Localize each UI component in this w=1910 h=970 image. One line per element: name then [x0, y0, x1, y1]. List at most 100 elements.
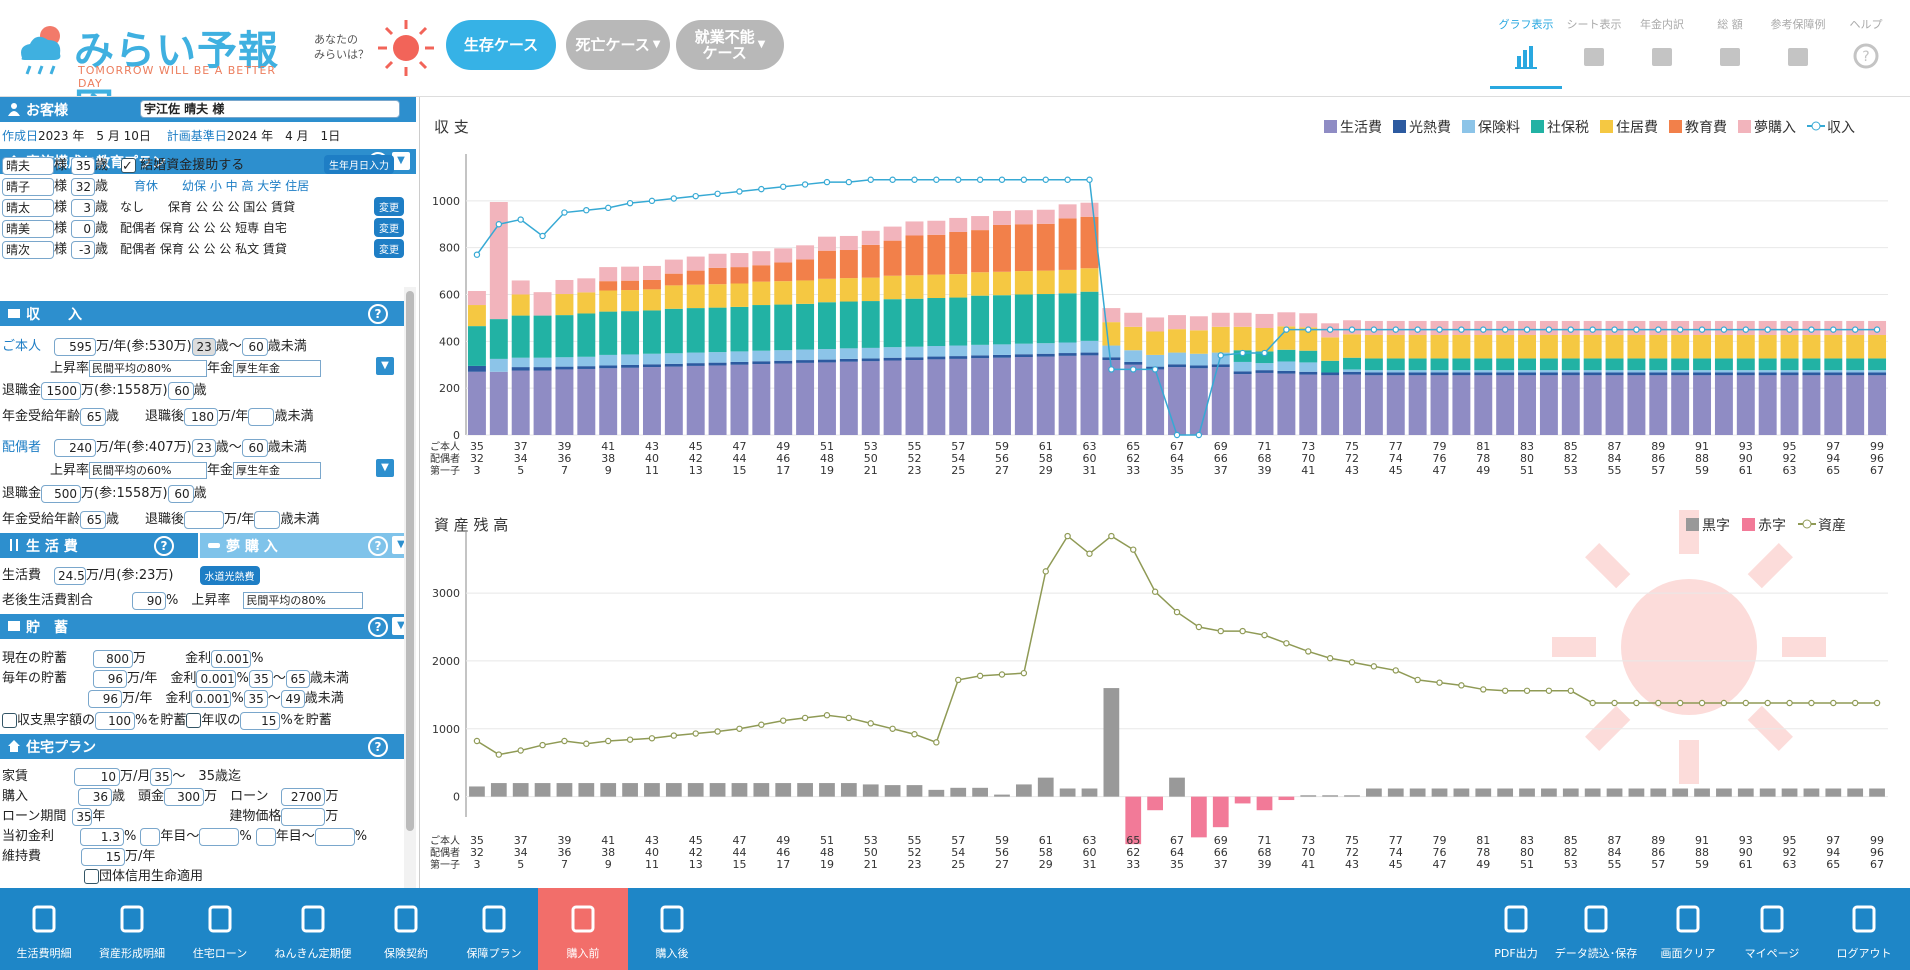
rent-input[interactable]: 10 [74, 767, 121, 786]
help-icon[interactable]: ? [368, 536, 388, 556]
footer-pdf-button[interactable]: PDF出力 [1474, 888, 1558, 970]
footer-house-keys-button[interactable]: 購入後 [628, 888, 716, 970]
expand-icon[interactable]: ▼ [376, 459, 394, 477]
change-button[interactable]: 変更 [374, 218, 404, 237]
from-age[interactable]: 35 [248, 669, 273, 688]
app-logo[interactable]: みらい予報図 TOMORROW WILL BE A BETTER DAY [14, 14, 304, 132]
to-age[interactable]: 49 [280, 689, 305, 708]
footer-coin-stack-button[interactable]: 資産形成明細 [88, 888, 176, 970]
rate-input[interactable]: 0.001 [196, 669, 237, 688]
income-pct-checkbox[interactable] [186, 713, 202, 728]
view-book[interactable]: 参考保障例 [1762, 16, 1834, 73]
spouse-rise-select[interactable]: 民間平均の60% [89, 462, 208, 479]
member-age-input[interactable]: -3 [71, 240, 96, 259]
init-rate-input[interactable]: 1.3 [80, 827, 125, 846]
view-help[interactable]: ヘルプ? [1830, 16, 1902, 73]
old-age-input[interactable]: 90 [132, 591, 167, 610]
living-rise-select[interactable]: 民間平均の80% [243, 592, 364, 609]
rate-input[interactable]: 0.001 [211, 649, 252, 668]
expand-icon[interactable]: ▼ [376, 357, 394, 375]
spouse-retire-age[interactable]: 60 [167, 484, 194, 503]
spouse-pension-start[interactable]: 65 [80, 510, 107, 529]
collapse-icon[interactable]: ▼ [392, 152, 410, 170]
self-from-age[interactable]: 23 [191, 337, 216, 356]
footer-hand-heart-button[interactable]: 保険契約 [362, 888, 450, 970]
footer-building-button[interactable]: 購入前 [538, 888, 628, 970]
marriage-checkbox[interactable]: ✓ [121, 158, 137, 174]
self-pension-select[interactable]: 厚生年金 [233, 360, 322, 377]
death-case-button[interactable]: 死亡ケース ▼ [566, 20, 670, 70]
help-icon[interactable]: ? [368, 617, 388, 637]
spouse-after-input[interactable] [184, 510, 225, 529]
member-name-input[interactable]: 晴子 [2, 177, 54, 196]
surplus-checkbox[interactable] [2, 713, 17, 728]
year-from-input[interactable] [140, 827, 161, 846]
help-icon[interactable]: ? [154, 536, 174, 556]
footer-house-button[interactable]: 住宅ローン [176, 888, 264, 970]
down-input[interactable]: 300 [164, 787, 205, 806]
self-after-to[interactable] [248, 407, 275, 426]
birthdate-button[interactable]: 生年月日入力 [324, 155, 394, 174]
help-icon[interactable]: ? [368, 737, 388, 757]
disability-case-button[interactable]: 就業不能 ケース ▼ [676, 20, 784, 70]
created-date[interactable]: 2023 年 5 月 10日 [38, 129, 151, 143]
view-moneybag[interactable]: 年金内訳 [1626, 16, 1698, 73]
footer-logout-button[interactable]: ログアウト [1822, 888, 1906, 970]
footer-pension-seal-button[interactable]: ねんきん定期便 [264, 888, 362, 970]
view-sheet-grid[interactable]: シート表示 [1558, 16, 1630, 73]
view-bill[interactable]: 総 額 [1694, 16, 1766, 73]
customer-name-input[interactable]: 宇江佐 晴夫 様 [140, 100, 400, 118]
rent-from-age[interactable]: 35 [150, 767, 173, 786]
bldg-input[interactable] [281, 807, 326, 826]
to-age[interactable]: 65 [285, 669, 310, 688]
spouse-to-age[interactable]: 60 [241, 438, 268, 457]
spouse-income-input[interactable]: 240 [54, 438, 97, 457]
change-button[interactable]: 変更 [374, 239, 404, 258]
rate3-input[interactable] [314, 827, 355, 846]
living-cost-input[interactable]: 24.5 [54, 566, 87, 585]
member-age-input[interactable]: 3 [71, 198, 96, 217]
education-plan[interactable]: なし 保育 公 公 公 国公 賃貸 [108, 200, 295, 214]
period-input[interactable]: 35 [72, 807, 93, 826]
self-pension-start[interactable]: 65 [80, 407, 107, 426]
change-button[interactable]: 変更 [374, 197, 404, 216]
footer-database-button[interactable]: データ読込･保存 [1548, 888, 1644, 970]
spouse-pension-select[interactable]: 厚生年金 [233, 462, 322, 479]
member-age-input[interactable]: 32 [71, 177, 96, 196]
member-name-input[interactable]: 晴太 [2, 198, 54, 217]
footer-fork-spoon-button[interactable]: 生活費明細 [0, 888, 88, 970]
group-life-checkbox[interactable] [84, 869, 99, 884]
surplus-input[interactable]: 100 [95, 711, 136, 730]
self-retire-input[interactable]: 1500 [41, 381, 82, 400]
education-plan[interactable]: 配偶者 保育 公 公 公 私文 賃貸 [108, 242, 287, 256]
self-after-input[interactable]: 180 [184, 407, 219, 426]
member-name-input[interactable]: 晴美 [2, 219, 54, 238]
survival-case-button[interactable]: 生存ケース [446, 20, 556, 70]
from-age[interactable]: 35 [243, 689, 268, 708]
buy-age-input[interactable]: 36 [78, 787, 113, 806]
member-age-input[interactable]: 35 [71, 156, 96, 175]
current-savings-input[interactable]: 800 [93, 649, 134, 668]
footer-trash-button[interactable]: 画面クリア [1646, 888, 1730, 970]
panel-scrollbar[interactable] [404, 287, 416, 888]
self-income-input[interactable]: 595 [54, 337, 97, 356]
spouse-from-age[interactable]: 23 [191, 438, 216, 457]
upkeep-input[interactable]: 15 [81, 847, 126, 866]
education-plan[interactable]: 配偶者 保育 公 公 公 短専 自宅 [108, 221, 287, 235]
marriage-option[interactable]: ✓ 結婚資金援助する [108, 158, 244, 174]
income-pct-input[interactable]: 15 [240, 711, 281, 730]
base-date[interactable]: 2024 年 4 月 1日 [227, 129, 340, 143]
member-name-input[interactable]: 晴次 [2, 240, 54, 259]
spouse-retire-input[interactable]: 500 [41, 484, 82, 503]
year-from-input-2[interactable] [255, 827, 276, 846]
scrollbar-thumb[interactable] [406, 291, 414, 831]
self-to-age[interactable]: 60 [241, 337, 268, 356]
utility-button[interactable]: 水道光熱費 [199, 566, 260, 585]
member-age-input[interactable]: 0 [71, 219, 96, 238]
help-icon[interactable]: ? [368, 304, 388, 324]
yearly-savings-input[interactable]: 96 [93, 669, 128, 688]
footer-heart-button[interactable]: 保障プラン [450, 888, 538, 970]
footer-id-card-button[interactable]: マイページ [1730, 888, 1814, 970]
self-retire-age[interactable]: 60 [167, 381, 194, 400]
rate-input[interactable]: 0.001 [191, 689, 232, 708]
